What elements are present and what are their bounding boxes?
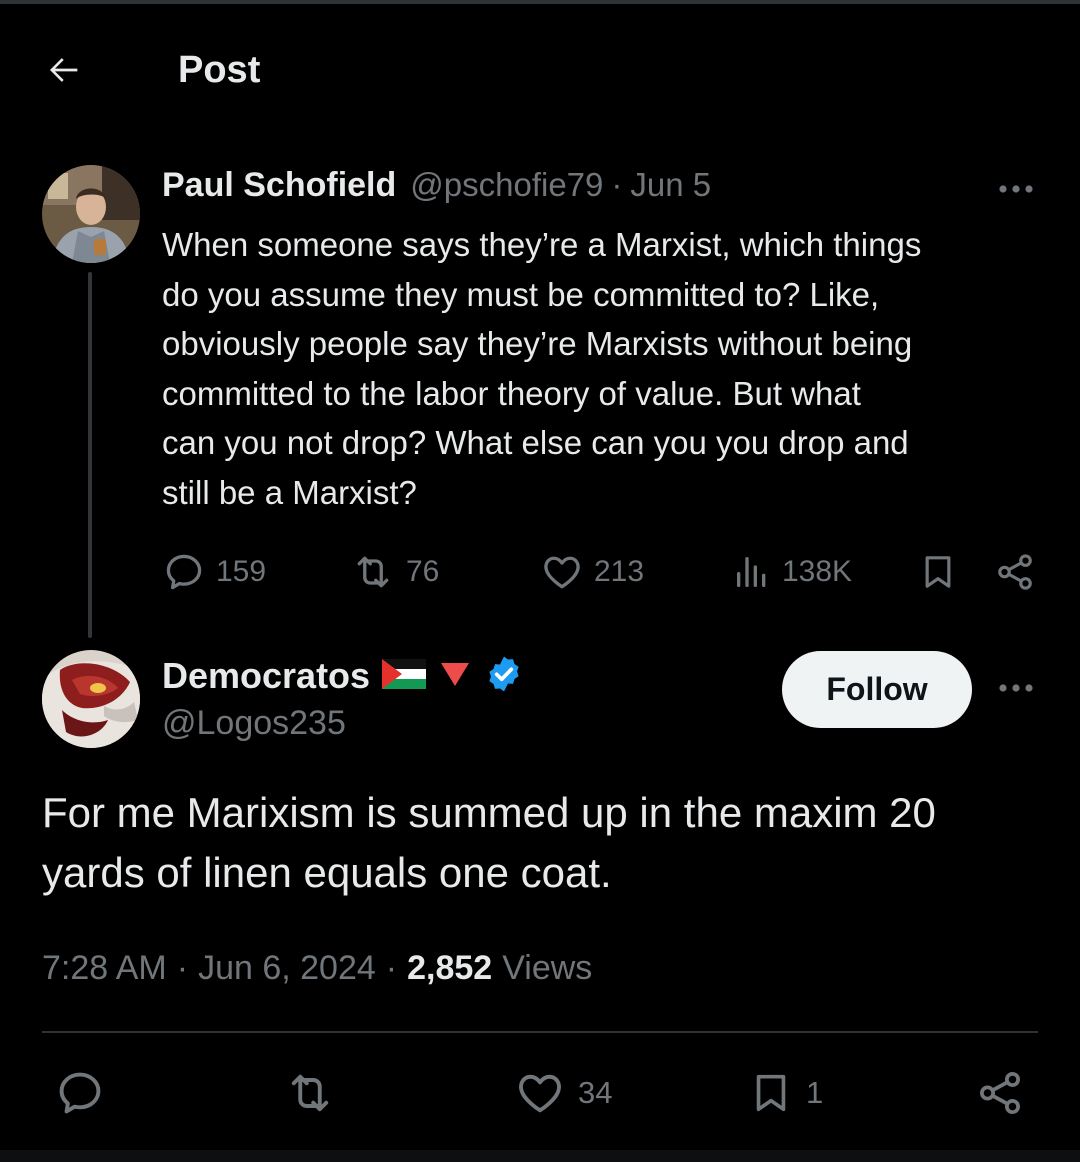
like-button[interactable]: 34 (514, 1066, 612, 1120)
parent-tweet-text: When someone says they’re a Marxist, whi… (162, 226, 922, 511)
reply-button[interactable]: 159 (162, 548, 266, 596)
share-icon (979, 1071, 1021, 1115)
follow-button[interactable]: Follow (782, 651, 972, 728)
bookmark-button[interactable]: 1 (748, 1066, 823, 1120)
more-options-button[interactable] (992, 174, 1040, 204)
bookmark-icon (756, 1074, 786, 1112)
bottom-edge (0, 1150, 1080, 1162)
like-count: 213 (594, 555, 645, 588)
more-horizontal-icon (999, 684, 1033, 692)
tweet-date[interactable]: Jun 6, 2024 (198, 949, 376, 988)
views-button[interactable]: 138K (732, 548, 852, 596)
reply-button[interactable] (54, 1066, 106, 1120)
thread-connector-line (88, 272, 92, 638)
like-count: 34 (578, 1075, 613, 1110)
page-title: Post (178, 49, 261, 91)
tweet-time[interactable]: 7:28 AM (42, 949, 167, 988)
repost-icon (357, 556, 389, 588)
author-handle[interactable]: @pschofie79 (410, 166, 603, 204)
repost-count: 76 (406, 555, 440, 588)
views-count: 2,852 (407, 948, 493, 987)
heart-icon (544, 556, 580, 589)
separator-dot: · (176, 948, 189, 987)
verified-badge-icon (484, 654, 524, 699)
bookmark-count: 1 (806, 1075, 824, 1110)
tweet-meta: 7:28 AM · Jun 6, 2024 · 2,852 Views (42, 945, 592, 991)
share-button[interactable] (994, 548, 1036, 596)
back-button[interactable] (40, 46, 88, 94)
bookmark-button[interactable] (918, 548, 958, 596)
more-options-button[interactable] (992, 673, 1040, 703)
separator-dot: · (611, 166, 623, 203)
author-name[interactable]: Paul Schofield (162, 166, 396, 205)
avatar[interactable] (42, 165, 140, 263)
repost-button[interactable] (282, 1066, 338, 1120)
like-button[interactable]: 213 (540, 548, 644, 596)
repost-icon (291, 1074, 329, 1112)
main-tweet-author-row: Democratos (162, 652, 524, 700)
top-edge (0, 0, 1080, 4)
more-horizontal-icon (999, 185, 1033, 193)
palestine-flag-icon (382, 658, 427, 694)
reply-count: 159 (216, 555, 267, 588)
share-icon (998, 554, 1032, 590)
speech-bubble-icon (166, 554, 202, 590)
divider (42, 1031, 1038, 1033)
bookmark-icon (925, 556, 951, 588)
red-triangle-icon (440, 661, 470, 692)
views-label: Views (502, 948, 593, 987)
bar-chart-icon (737, 557, 766, 587)
share-button[interactable] (975, 1066, 1025, 1120)
author-name[interactable]: Democratos (162, 655, 370, 697)
arrow-left-icon (50, 58, 78, 82)
repost-button[interactable]: 76 (350, 548, 439, 596)
heart-icon (519, 1074, 561, 1113)
main-tweet-text: For me Marixism is summed up in the maxi… (42, 789, 936, 896)
speech-bubble-icon (59, 1072, 101, 1114)
views-count: 138K (782, 555, 853, 588)
post-page: Post Paul Schofield @pschofie79 · Jun 5 … (0, 0, 1080, 1162)
avatar[interactable] (42, 650, 140, 748)
parent-tweet-header: Paul Schofield @pschofie79 · Jun 5 (162, 166, 711, 210)
separator-dot: · (385, 948, 398, 987)
tweet-date[interactable]: Jun 5 (630, 166, 711, 204)
author-handle[interactable]: @Logos235 (162, 704, 346, 743)
